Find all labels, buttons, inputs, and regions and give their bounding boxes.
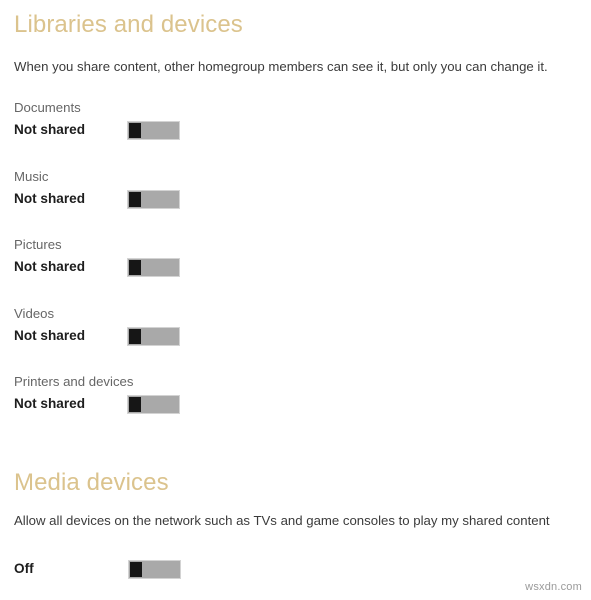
libraries-section-description: When you share content, other homegroup … bbox=[14, 59, 548, 74]
share-row-state: Not shared bbox=[14, 191, 86, 206]
media-devices-section-heading: Media devices bbox=[14, 469, 169, 496]
share-row-music: Music Not shared bbox=[0, 169, 591, 229]
share-row-state: Not shared bbox=[14, 328, 86, 343]
toggle-switch-pictures[interactable] bbox=[127, 258, 180, 277]
toggle-knob bbox=[129, 192, 141, 207]
share-row-label: Videos bbox=[14, 306, 55, 321]
media-devices-state: Off bbox=[14, 561, 34, 576]
toggle-knob bbox=[129, 329, 141, 344]
share-row-label: Music bbox=[14, 169, 49, 184]
toggle-knob bbox=[129, 397, 141, 412]
toggle-switch-videos[interactable] bbox=[127, 327, 180, 346]
toggle-switch-music[interactable] bbox=[127, 190, 180, 209]
toggle-knob bbox=[129, 123, 141, 138]
share-row-label: Printers and devices bbox=[14, 374, 134, 389]
share-row-documents: Documents Not shared bbox=[0, 100, 591, 160]
libraries-section-heading: Libraries and devices bbox=[14, 11, 243, 38]
share-row-label: Documents bbox=[14, 100, 81, 115]
toggle-switch-media-devices[interactable] bbox=[128, 560, 181, 579]
toggle-knob bbox=[130, 562, 142, 577]
share-row-state: Not shared bbox=[14, 396, 86, 411]
watermark: wsxdn.com bbox=[525, 581, 582, 593]
toggle-knob bbox=[129, 260, 141, 275]
toggle-switch-printers-and-devices[interactable] bbox=[127, 395, 180, 414]
share-row-state: Not shared bbox=[14, 259, 86, 274]
share-row-label: Pictures bbox=[14, 237, 62, 252]
share-row-pictures: Pictures Not shared bbox=[0, 237, 591, 297]
toggle-switch-documents[interactable] bbox=[127, 121, 180, 140]
share-row-videos: Videos Not shared bbox=[0, 306, 591, 366]
homegroup-settings-page: Libraries and devices When you share con… bbox=[0, 0, 591, 600]
share-row-printers-and-devices: Printers and devices Not shared bbox=[0, 374, 591, 434]
media-devices-section-description: Allow all devices on the network such as… bbox=[14, 513, 550, 528]
share-row-state: Not shared bbox=[14, 122, 86, 137]
